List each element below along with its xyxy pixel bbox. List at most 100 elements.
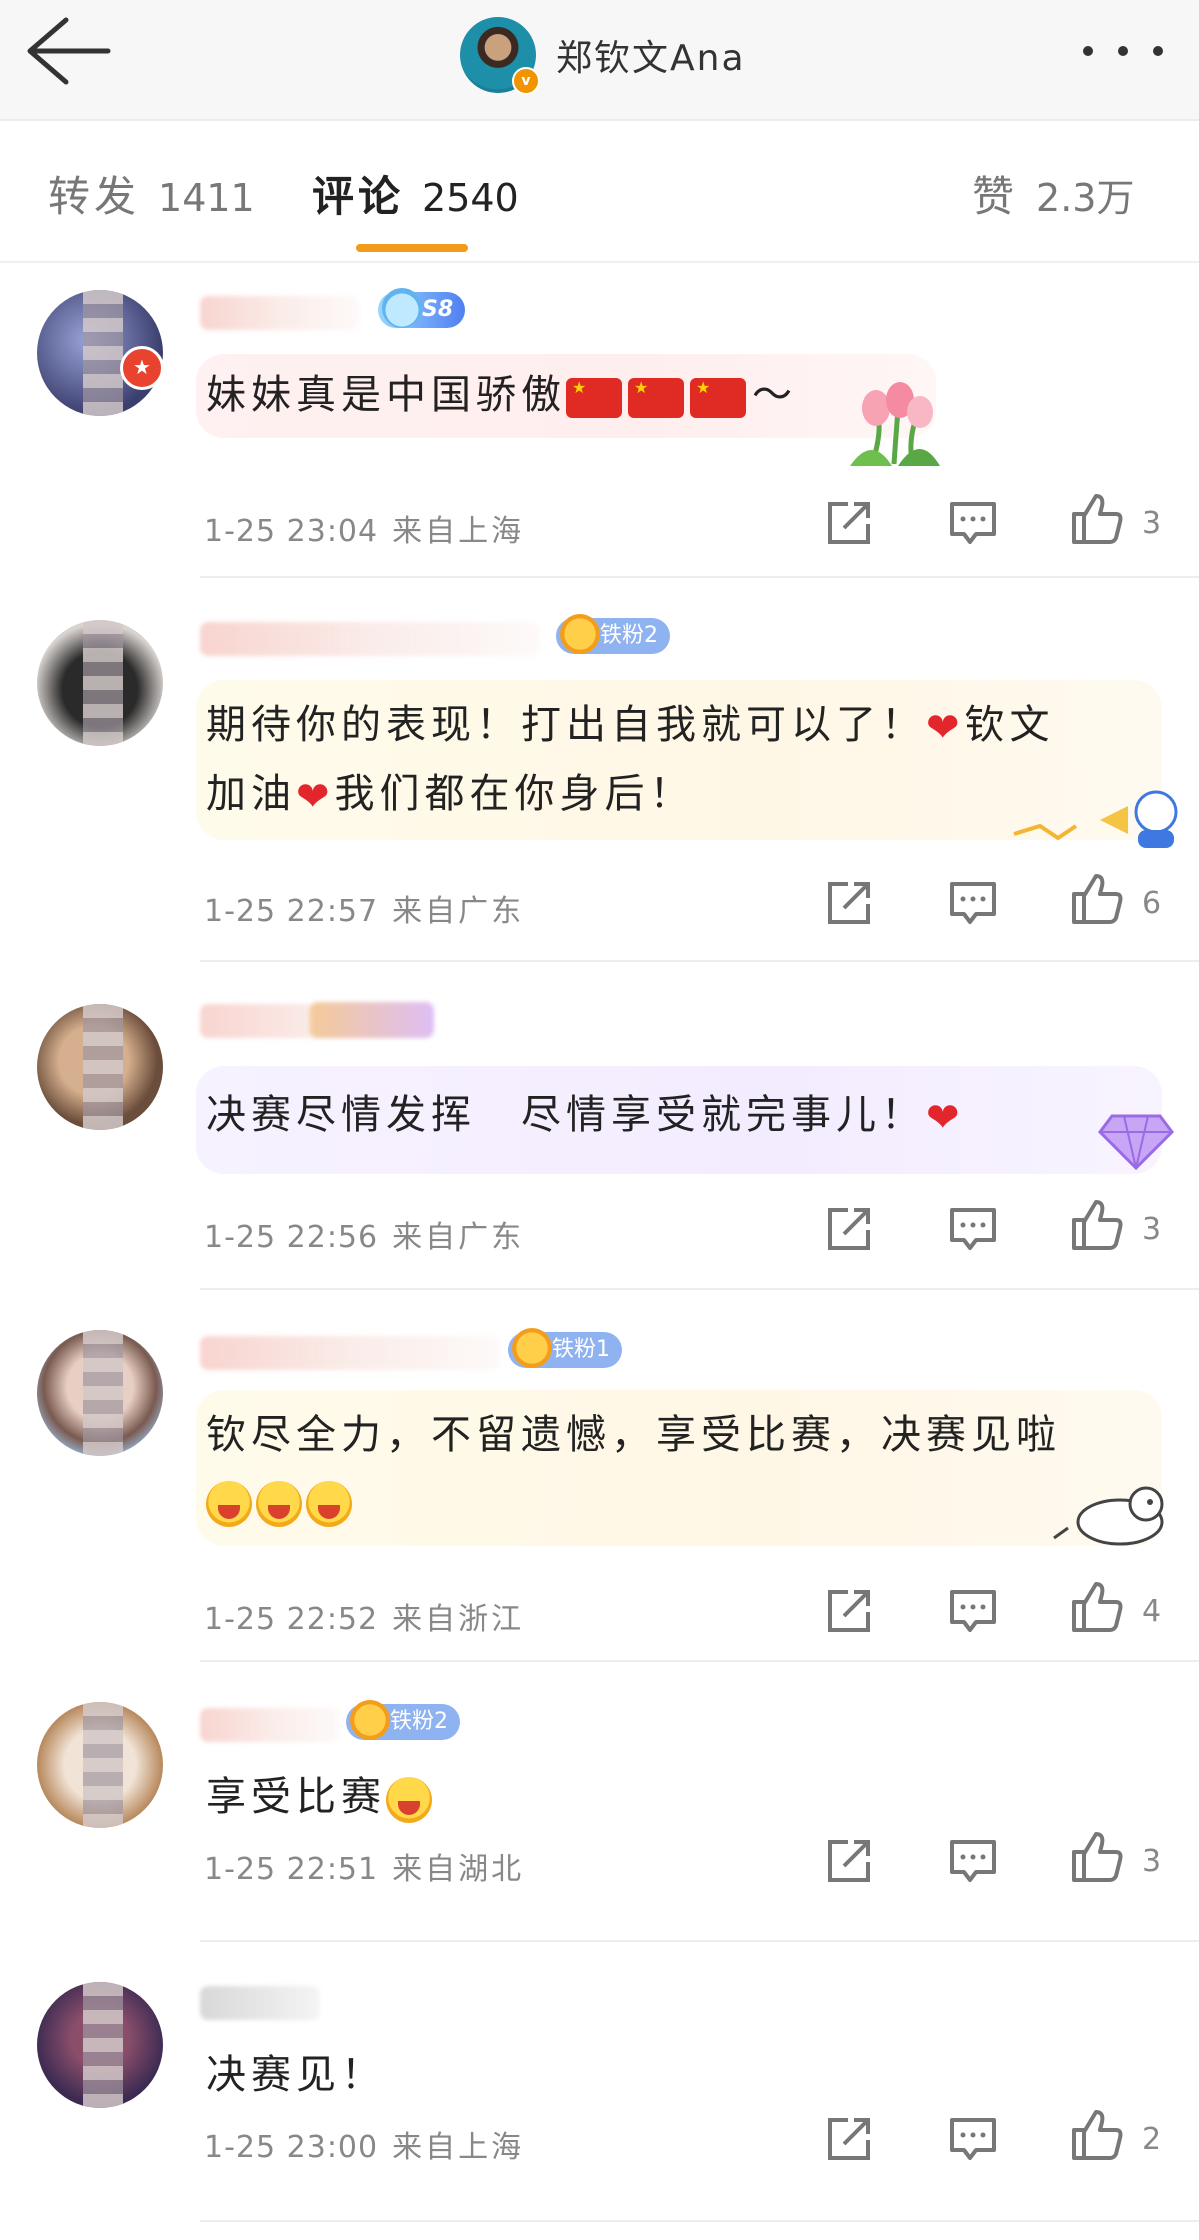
- comment-icon: [950, 502, 996, 544]
- tab-repost[interactable]: 转发 1411: [48, 163, 255, 224]
- dot-icon: [1118, 46, 1128, 56]
- fan-badge[interactable]: 铁粉1: [508, 1328, 622, 1368]
- comment-icon: [950, 1840, 996, 1882]
- avatar[interactable]: v: [460, 17, 540, 95]
- dot-icon: [1153, 46, 1163, 56]
- like-count: 4: [1142, 1594, 1162, 1629]
- avatar[interactable]: [37, 1702, 163, 1828]
- tab-count: 2.3万: [1036, 176, 1135, 220]
- cheering-face-emoji-icon: [306, 1481, 352, 1527]
- like-button[interactable]: [1070, 872, 1124, 926]
- divider: [200, 576, 1199, 578]
- tab-comments[interactable]: 评论 2540: [312, 163, 519, 224]
- like-button[interactable]: [1070, 2108, 1124, 2162]
- verified-badge: v: [512, 67, 540, 95]
- thumbs-up-icon: [1072, 1200, 1123, 1250]
- comment-text: 钦尽全力，不留遗憾，享受比赛，决赛见啦: [206, 1402, 1146, 1534]
- crown-icon: [350, 1700, 390, 1740]
- page-title: 郑钦文Ana: [556, 38, 746, 79]
- comment-button[interactable]: [946, 876, 1000, 930]
- like-button[interactable]: [1070, 1830, 1124, 1884]
- comment-button[interactable]: [946, 496, 1000, 550]
- fan-badge[interactable]: 铁粉2: [556, 614, 670, 654]
- repost-button[interactable]: [822, 2112, 876, 2166]
- comment-meta: 1-25 22:56 来自广东: [204, 1220, 525, 1255]
- more-menu-button[interactable]: [1083, 34, 1163, 68]
- comment-meta: 1-25 22:52 来自浙江: [204, 1602, 525, 1637]
- thumbs-up-icon: [1072, 1582, 1123, 1632]
- comment-button[interactable]: [946, 1584, 1000, 1638]
- divider: [200, 1288, 1199, 1290]
- comment-text: 期待你的表现！打出自我就可以了！❤钦文 加油❤我们都在你身后！: [206, 692, 1146, 830]
- repost-button[interactable]: [822, 1202, 876, 1256]
- avatar[interactable]: [37, 620, 163, 746]
- divider: [200, 960, 1199, 962]
- like-count: 6: [1142, 886, 1162, 921]
- comment-button[interactable]: [946, 1202, 1000, 1256]
- tulip-sticker-icon: [850, 382, 940, 466]
- china-flag-icon: [690, 378, 746, 418]
- tab-label: 转发: [48, 172, 141, 221]
- comment-meta: 1-25 22:51 来自湖北: [204, 1852, 525, 1887]
- cheering-face-emoji-icon: [256, 1481, 302, 1527]
- repost-button[interactable]: [822, 496, 876, 550]
- active-tab-indicator: [356, 244, 468, 252]
- tab-count: 2540: [422, 176, 519, 220]
- repost-icon: [828, 1590, 870, 1632]
- cheering-sticker-icon: [1013, 790, 1178, 848]
- comment-text: 享受比赛: [206, 1764, 1146, 1830]
- comment-icon: [950, 1208, 996, 1250]
- like-button[interactable]: [1070, 1580, 1124, 1634]
- heart-emoji-icon: ❤: [296, 774, 335, 820]
- like-count: 3: [1142, 506, 1162, 541]
- comment-button[interactable]: [946, 2112, 1000, 2166]
- repost-icon: [828, 2118, 870, 2160]
- profile-header[interactable]: v 郑钦文Ana: [460, 10, 746, 100]
- thumbs-up-icon: [1072, 1832, 1123, 1882]
- repost-button[interactable]: [822, 1584, 876, 1638]
- comment-button[interactable]: [946, 1834, 1000, 1888]
- like-count: 3: [1142, 1212, 1162, 1247]
- dog-sticker-icon: [1053, 1486, 1164, 1546]
- tab-likes[interactable]: 赞 2.3万: [972, 163, 1134, 224]
- badge-blurred: [310, 1002, 434, 1038]
- level-badge[interactable]: S8: [378, 288, 466, 328]
- tab-label: 评论: [312, 172, 405, 221]
- avatar[interactable]: [37, 1330, 163, 1456]
- comment-text: 决赛见！: [206, 2052, 386, 2098]
- avatar[interactable]: [37, 1982, 163, 2108]
- like-button[interactable]: [1070, 1198, 1124, 1252]
- like-count: 2: [1142, 2122, 1162, 2157]
- brain-icon: [382, 288, 422, 328]
- repost-icon: [828, 1208, 870, 1250]
- like-count: 3: [1142, 1844, 1162, 1879]
- divider: [200, 1940, 1199, 1942]
- username-blurred[interactable]: [200, 296, 360, 330]
- comment-icon: [950, 882, 996, 924]
- username-blurred[interactable]: [200, 1336, 500, 1370]
- username-blurred[interactable]: [200, 622, 540, 656]
- comment-icon: [950, 2118, 996, 2160]
- repost-button[interactable]: [822, 876, 876, 930]
- thumbs-up-icon: [1072, 874, 1123, 924]
- tab-count: 1411: [158, 176, 255, 220]
- fan-badge[interactable]: 铁粉2: [346, 1700, 460, 1740]
- diamond-sticker-icon: [1098, 1114, 1174, 1171]
- back-button[interactable]: [22, 14, 116, 88]
- starstruck-face-emoji-icon: [386, 1777, 432, 1823]
- avatar[interactable]: [37, 1004, 163, 1130]
- username-blurred[interactable]: [200, 1986, 320, 2020]
- cheering-face-emoji-icon: [206, 1481, 252, 1527]
- heart-emoji-icon: ❤: [926, 705, 965, 751]
- comment-icon: [950, 1590, 996, 1632]
- crown-icon: [512, 1328, 552, 1368]
- repost-button[interactable]: [822, 1834, 876, 1888]
- username-blurred[interactable]: [200, 1708, 340, 1742]
- comment-meta: 1-25 22:57 来自广东: [204, 894, 525, 929]
- china-flag-icon: [566, 378, 622, 418]
- back-arrow-icon: [27, 17, 111, 85]
- like-button[interactable]: [1070, 492, 1124, 546]
- tab-label: 赞: [972, 172, 1019, 221]
- top-bar: v 郑钦文Ana: [0, 0, 1199, 121]
- dot-icon: [1083, 46, 1093, 56]
